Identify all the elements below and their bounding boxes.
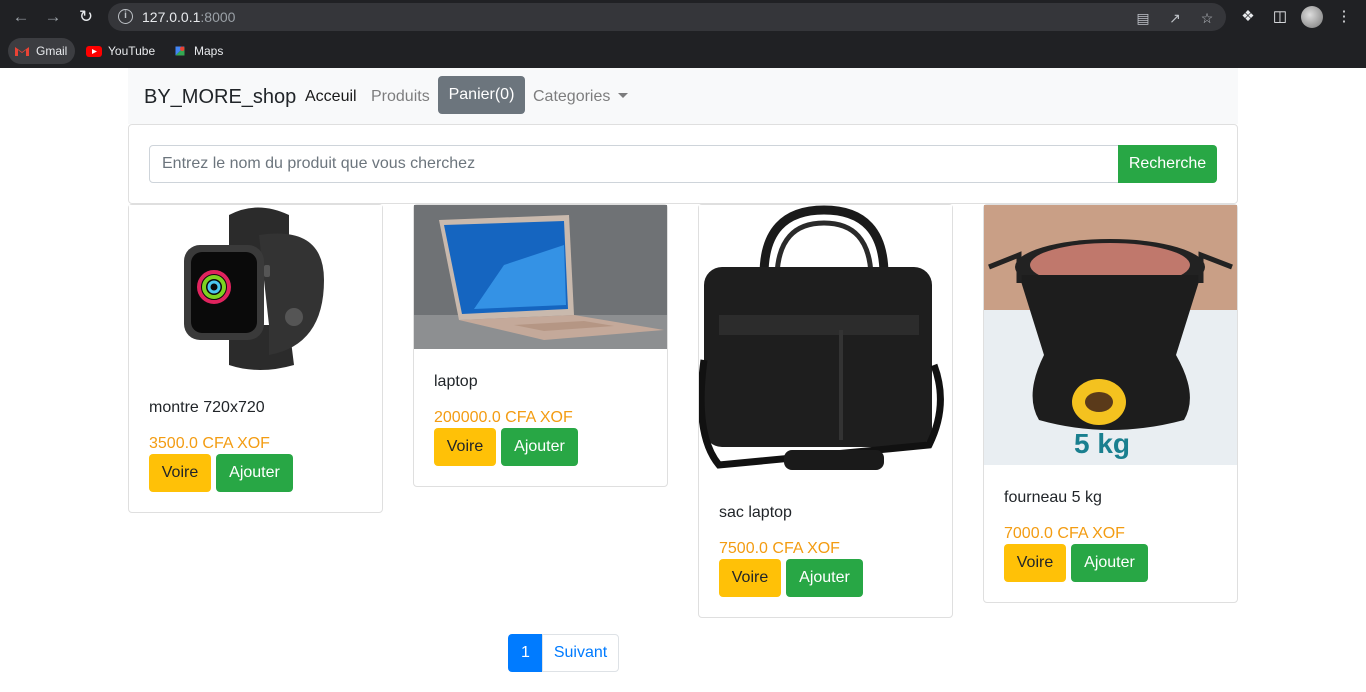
- caret-down-icon: [618, 93, 629, 98]
- bookmark-label: Maps: [194, 44, 224, 58]
- product-card: montre 720x720 3500.0 CFA XOF Voire Ajou…: [128, 204, 383, 513]
- profile-avatar[interactable]: [1301, 6, 1323, 28]
- image-label: 5 kg: [1074, 428, 1131, 459]
- translate-icon[interactable]: ▤: [1134, 9, 1152, 27]
- categories-label: Categories: [533, 88, 611, 105]
- forward-icon[interactable]: →: [42, 6, 64, 28]
- brand-logo[interactable]: BY_MORE_shop: [144, 86, 296, 109]
- stove-image: [984, 205, 1237, 465]
- page-next-link[interactable]: Suivant: [542, 634, 619, 672]
- page-content: BY_MORE_shop Acceuil Produits Panier(0) …: [0, 68, 1366, 692]
- add-to-cart-button[interactable]: Ajouter: [786, 559, 863, 597]
- bag-image: [699, 205, 952, 480]
- add-to-cart-button[interactable]: Ajouter: [501, 428, 578, 466]
- view-button[interactable]: Voire: [1004, 544, 1066, 582]
- add-to-cart-button[interactable]: Ajouter: [1071, 544, 1148, 582]
- site-info-icon[interactable]: i: [118, 9, 133, 24]
- bookmark-label: YouTube: [108, 44, 156, 58]
- browser-chrome: ← → ↻ i 127.0.0.1:8000 ▤ ↗ ☆ ❖ ◫ ⋮ Gmail…: [0, 0, 1366, 68]
- view-button[interactable]: Voire: [434, 428, 496, 466]
- product-title: laptop: [434, 373, 478, 390]
- page-current[interactable]: 1: [508, 634, 543, 672]
- bookmark-maps[interactable]: Maps: [166, 38, 231, 64]
- search-button[interactable]: Recherche: [1118, 145, 1217, 183]
- share-icon[interactable]: ↗: [1166, 9, 1184, 27]
- nav-categories-dropdown[interactable]: Categories: [533, 88, 629, 106]
- bookmarks-bar: Gmail YouTube Maps: [0, 34, 1366, 68]
- product-price: 3500.0 CFA XOF: [149, 435, 270, 452]
- product-price: 200000.0 CFA XOF: [434, 409, 573, 426]
- product-price: 7500.0 CFA XOF: [719, 540, 840, 557]
- url-text: 127.0.0.1:8000: [142, 9, 236, 25]
- back-icon[interactable]: ←: [10, 6, 32, 28]
- nav-products[interactable]: Produits: [371, 88, 430, 106]
- gmail-icon: [15, 47, 29, 56]
- youtube-icon: [86, 46, 102, 57]
- view-button[interactable]: Voire: [719, 559, 781, 597]
- product-title: fourneau 5 kg: [1004, 489, 1102, 506]
- site-navbar: BY_MORE_shop Acceuil Produits Panier(0) …: [128, 68, 1238, 124]
- search-input[interactable]: [149, 145, 1119, 183]
- product-price: 7000.0 CFA XOF: [1004, 525, 1125, 542]
- watch-image: [129, 205, 382, 375]
- product-card: laptop 200000.0 CFA XOF Voire Ajouter: [413, 204, 668, 487]
- bookmark-youtube[interactable]: YouTube: [80, 38, 163, 64]
- bookmark-label: Gmail: [36, 44, 68, 58]
- search-card: Recherche: [128, 124, 1238, 204]
- menu-icon[interactable]: ⋮: [1333, 6, 1355, 28]
- address-bar[interactable]: i 127.0.0.1:8000 ▤ ↗ ☆: [108, 3, 1226, 31]
- bookmark-star-icon[interactable]: ☆: [1198, 9, 1216, 27]
- product-image[interactable]: 5 kg: [984, 205, 1237, 465]
- bookmark-gmail[interactable]: Gmail: [8, 38, 76, 64]
- product-title: montre 720x720: [149, 399, 265, 416]
- product-image[interactable]: [129, 205, 382, 375]
- reload-icon[interactable]: ↻: [75, 6, 97, 28]
- view-button[interactable]: Voire: [149, 454, 211, 492]
- side-panel-icon[interactable]: ◫: [1269, 6, 1291, 28]
- product-title: sac laptop: [719, 504, 792, 521]
- product-card: sac laptop 7500.0 CFA XOF Voire Ajouter: [698, 204, 953, 618]
- product-image[interactable]: [699, 205, 952, 480]
- laptop-image: [414, 205, 667, 349]
- add-to-cart-button[interactable]: Ajouter: [216, 454, 293, 492]
- nav-cart-button[interactable]: Panier(0): [438, 76, 525, 114]
- extensions-icon[interactable]: ❖: [1237, 6, 1259, 28]
- product-card: 5 kg fourneau 5 kg 7000.0 CFA XOF Voire …: [983, 204, 1238, 603]
- browser-toolbar: ← → ↻ i 127.0.0.1:8000 ▤ ↗ ☆ ❖ ◫ ⋮: [0, 0, 1366, 34]
- product-image[interactable]: [414, 205, 667, 349]
- maps-icon: [175, 46, 185, 56]
- nav-home[interactable]: Acceuil: [305, 88, 357, 106]
